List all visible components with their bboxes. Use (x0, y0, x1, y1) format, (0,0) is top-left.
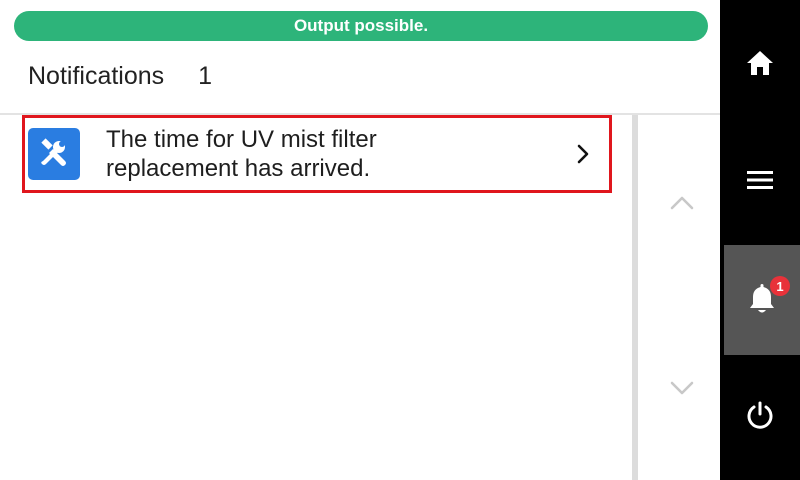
chevron-right-icon (575, 142, 591, 166)
notification-badge: 1 (770, 276, 790, 296)
notification-count: 1 (198, 62, 213, 90)
menu-icon (746, 169, 774, 196)
nav-power-button[interactable] (720, 362, 800, 472)
notifications-header: Notifications 1 (28, 62, 212, 91)
nav-menu-button[interactable] (720, 127, 800, 237)
scrollbar[interactable] (632, 115, 638, 480)
status-bar: Output possible. (14, 11, 708, 41)
power-icon (745, 400, 775, 435)
page-title: Notifications (28, 62, 165, 90)
scroll-controls (632, 115, 720, 480)
main-panel: Output possible. Notifications 1 The tim… (0, 0, 720, 480)
tools-icon (28, 128, 80, 180)
scroll-down-button[interactable] (662, 370, 702, 410)
notification-message-line1: The time for UV mist filter (106, 126, 377, 153)
status-text: Output possible. (293, 16, 429, 35)
nav-home-button[interactable] (720, 10, 800, 120)
notification-message-line2: replacement has arrived. (106, 155, 371, 182)
side-navigation: 1 (720, 0, 800, 480)
nav-notifications-button[interactable]: 1 (724, 245, 800, 355)
notification-list: The time for UV mist filter replacement … (0, 115, 632, 480)
chevron-down-icon (669, 380, 695, 401)
chevron-up-icon (669, 195, 695, 216)
screen: Output possible. Notifications 1 The tim… (0, 0, 800, 480)
notification-item[interactable]: The time for UV mist filter replacement … (22, 115, 612, 193)
notification-message: The time for UV mist filter replacement … (106, 125, 546, 183)
scroll-up-button[interactable] (662, 185, 702, 225)
home-icon (745, 49, 775, 82)
